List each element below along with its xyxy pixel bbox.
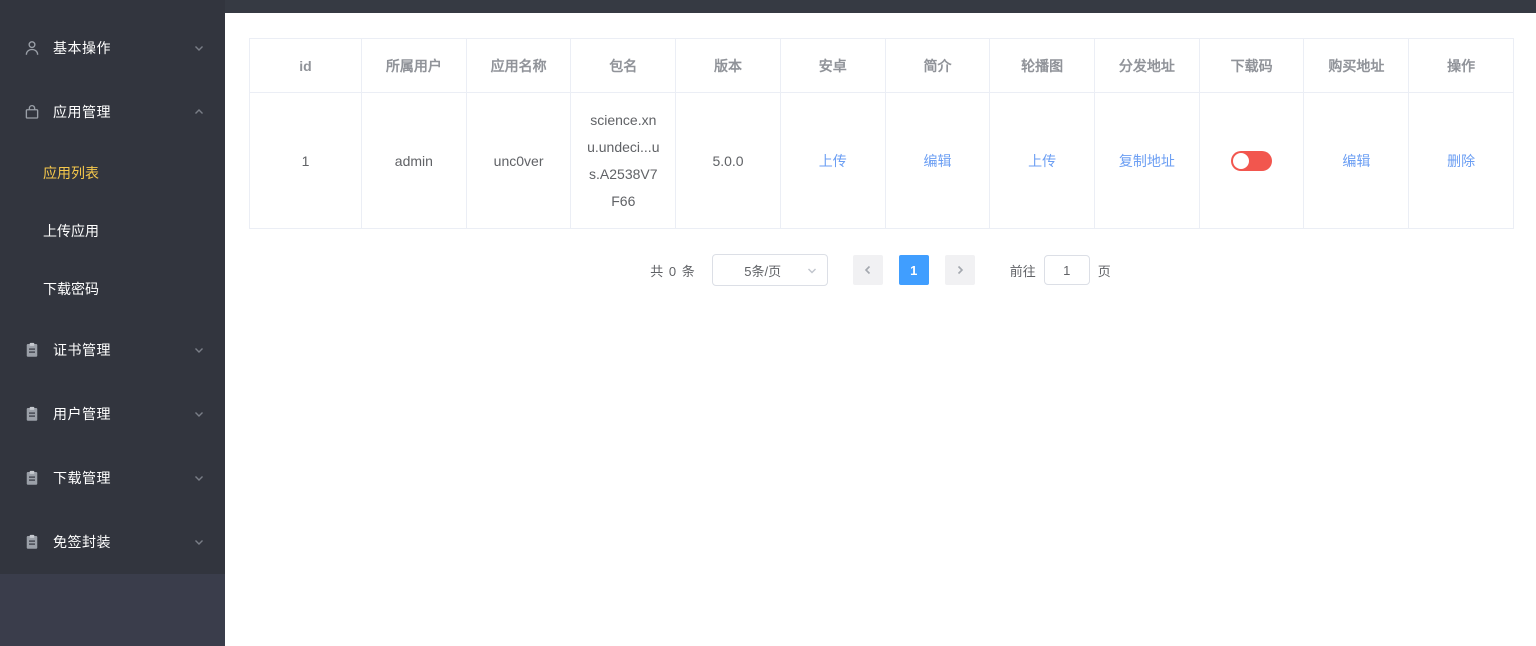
column-header-version: 版本 [675, 38, 781, 93]
bag-icon [23, 103, 41, 121]
clipboard-icon [23, 533, 41, 551]
app-window: 基本操作 应用管理 应用列表 上传应用 下载密码 证书管理 用户管理 下载管理 … [0, 0, 1536, 646]
column-header-distribute-address: 分发地址 [1094, 38, 1200, 93]
copy-address-link[interactable]: 复制地址 [1119, 153, 1175, 169]
package-text: science.xnu.undeci...us.A2538V7F66 [587, 111, 660, 209]
app-mgmt-submenu: 应用列表 上传应用 下载密码 [0, 144, 225, 318]
column-header-download-code: 下载码 [1198, 38, 1305, 93]
sidebar-item-label: 用户管理 [53, 406, 111, 422]
pagination: 共 0 条 5条/页 1 前往 页 [225, 254, 1536, 286]
goto-page-input[interactable] [1043, 255, 1090, 285]
sidebar-subitem-label: 应用列表 [43, 165, 99, 181]
cell-package: science.xnu.undeci...us.A2538V7F66 [570, 92, 677, 229]
chevron-down-icon [193, 344, 205, 356]
sidebar-item-label: 基本操作 [53, 40, 111, 56]
column-header-id: id [249, 38, 362, 93]
app-table: id 所属用户 应用名称 包名 版本 安卓 简介 轮播图 分发地址 下载码 购买… [249, 38, 1514, 229]
sidebar-item-label: 证书管理 [53, 342, 111, 358]
sidebar-item-download-mgmt[interactable]: 下载管理 [0, 446, 225, 510]
chevron-up-icon [193, 106, 205, 118]
chevron-right-icon [954, 264, 966, 276]
table-header-row: id 所属用户 应用名称 包名 版本 安卓 简介 轮播图 分发地址 下载码 购买… [249, 38, 1514, 93]
column-header-owner: 所属用户 [361, 38, 467, 93]
cell-carousel: 上传 [989, 92, 1096, 229]
purchase-edit-link[interactable]: 编辑 [1342, 153, 1370, 169]
sidebar-item-label: 免签封装 [53, 534, 111, 550]
intro-edit-link[interactable]: 编辑 [923, 153, 951, 169]
sidebar-subitem-label: 下载密码 [43, 281, 99, 297]
sidebar-subitem-label: 上传应用 [43, 223, 99, 239]
column-header-actions: 操作 [1408, 38, 1514, 93]
clipboard-icon [23, 341, 41, 359]
chevron-down-icon [193, 42, 205, 54]
sidebar-item-label: 下载管理 [53, 470, 111, 486]
chevron-down-icon [193, 472, 205, 484]
cell-version: 5.0.0 [675, 92, 781, 229]
goto-label: 前往 [1009, 263, 1036, 279]
sidebar-item-user-mgmt[interactable]: 用户管理 [0, 382, 225, 446]
table-container: id 所属用户 应用名称 包名 版本 安卓 简介 轮播图 分发地址 下载码 购买… [249, 38, 1514, 229]
sidebar-item-download-password[interactable]: 下载密码 [0, 260, 225, 318]
page-1-button[interactable]: 1 [898, 255, 929, 285]
chevron-down-icon [806, 265, 818, 277]
cell-actions: 删除 [1408, 92, 1514, 229]
top-bar [225, 0, 1536, 13]
total-count-label: 共 0 条 [650, 263, 696, 279]
sidebar-item-basic-ops[interactable]: 基本操作 [0, 16, 225, 80]
sidebar-item-cert-mgmt[interactable]: 证书管理 [0, 318, 225, 382]
cell-intro: 编辑 [884, 92, 991, 229]
column-header-intro: 简介 [884, 38, 991, 93]
page-unit-label: 页 [1097, 263, 1111, 279]
main-content: id 所属用户 应用名称 包名 版本 安卓 简介 轮播图 分发地址 下载码 购买… [225, 0, 1536, 646]
page-size-value: 5条/页 [744, 263, 782, 279]
chevron-left-icon [862, 264, 874, 276]
cell-android: 上传 [779, 92, 886, 229]
switch-knob [1233, 152, 1250, 169]
download-code-switch[interactable] [1231, 150, 1273, 171]
next-page-button[interactable] [944, 255, 975, 285]
sidebar-menu: 基本操作 应用管理 应用列表 上传应用 下载密码 证书管理 用户管理 下载管理 … [0, 0, 225, 574]
delete-link[interactable]: 删除 [1447, 153, 1475, 169]
cell-download-code [1198, 92, 1305, 229]
sidebar: 基本操作 应用管理 应用列表 上传应用 下载密码 证书管理 用户管理 下载管理 … [0, 0, 225, 646]
column-header-purchase-address: 购买地址 [1303, 38, 1410, 93]
page-size-select[interactable]: 5条/页 [711, 254, 828, 286]
sidebar-item-app-mgmt[interactable]: 应用管理 [0, 80, 225, 144]
cell-id: 1 [249, 92, 362, 229]
table-row: 1 admin unc0ver science.xnu.undeci...us.… [249, 92, 1514, 229]
clipboard-icon [23, 405, 41, 423]
sidebar-item-upload-app[interactable]: 上传应用 [0, 202, 225, 260]
sidebar-item-label: 应用管理 [53, 104, 111, 120]
chevron-down-icon [193, 536, 205, 548]
chevron-down-icon [193, 408, 205, 420]
clipboard-icon [23, 469, 41, 487]
sidebar-item-app-list[interactable]: 应用列表 [0, 144, 225, 202]
cell-distribute-address: 复制地址 [1094, 92, 1200, 229]
sidebar-item-signfree-package[interactable]: 免签封装 [0, 510, 225, 574]
carousel-upload-link[interactable]: 上传 [1028, 153, 1056, 169]
cell-app-name: unc0ver [465, 92, 572, 229]
column-header-package: 包名 [570, 38, 677, 93]
android-upload-link[interactable]: 上传 [819, 153, 847, 169]
prev-page-button[interactable] [852, 255, 883, 285]
column-header-app-name: 应用名称 [465, 38, 572, 93]
column-header-android: 安卓 [779, 38, 886, 93]
cell-purchase-address: 编辑 [1303, 92, 1410, 229]
user-icon [23, 39, 41, 57]
column-header-carousel: 轮播图 [989, 38, 1096, 93]
cell-owner: admin [361, 92, 467, 229]
